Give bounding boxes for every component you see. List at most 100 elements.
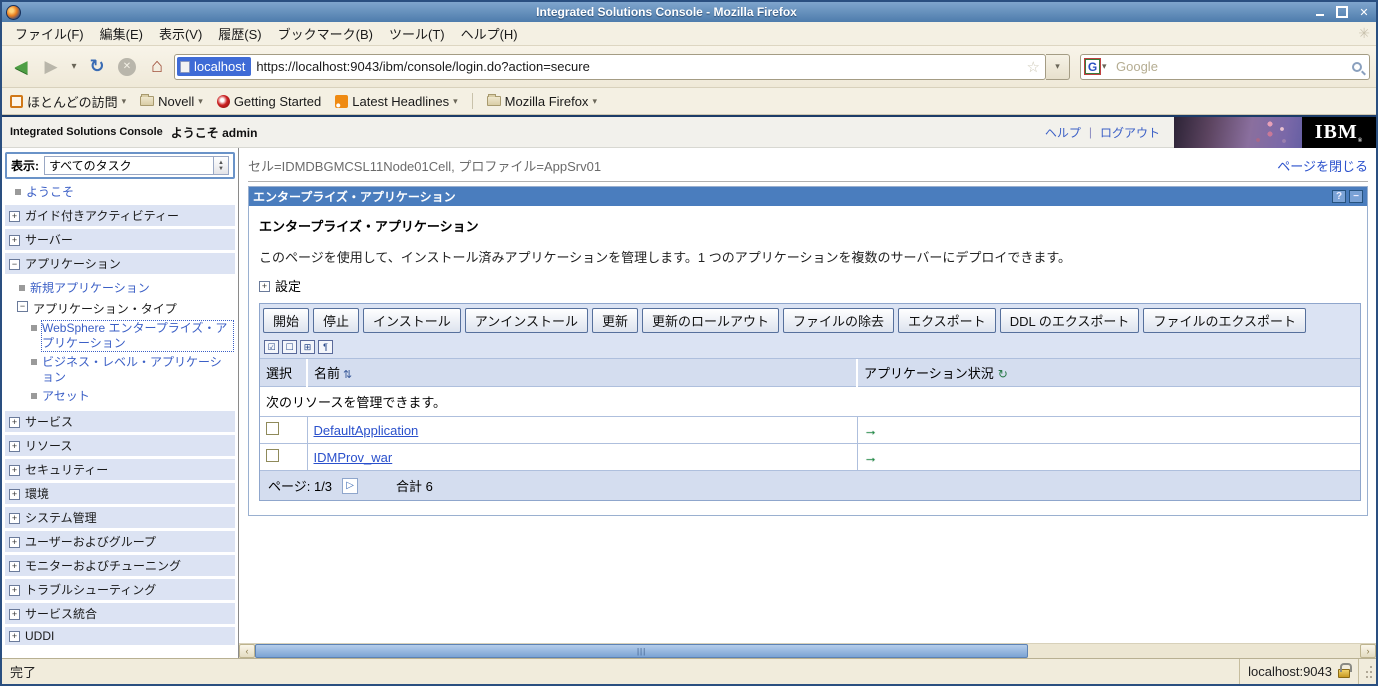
export-file-button[interactable]: ファイルのエクスポート — [1143, 308, 1307, 333]
row-checkbox[interactable] — [266, 449, 279, 462]
url-dropdown-button[interactable]: ▾ — [1046, 53, 1070, 80]
menu-history[interactable]: 履歴(S) — [211, 22, 268, 45]
sidebar-item-assets[interactable]: アセット — [5, 387, 235, 406]
rollout-update-button[interactable]: 更新のロールアウト — [642, 308, 780, 333]
forward-button[interactable]: ▶ — [38, 54, 64, 80]
application-link[interactable]: IDMProv_war — [314, 450, 393, 465]
sort-icon[interactable]: ⇅ — [340, 369, 352, 381]
maximize-button[interactable] — [1334, 5, 1350, 19]
search-icon[interactable] — [1352, 61, 1362, 72]
expand-icon[interactable] — [259, 280, 270, 292]
url-text[interactable]: https://localhost:9043/ibm/console/login… — [251, 59, 1026, 74]
menu-file[interactable]: ファイル(F) — [8, 22, 91, 45]
expand-icon[interactable] — [9, 210, 20, 222]
home-button[interactable]: ⌂ — [144, 54, 170, 80]
back-button[interactable]: ◀ — [8, 54, 34, 80]
panel-minimize-button[interactable]: − — [1349, 190, 1363, 203]
reload-button[interactable]: ↻ — [84, 54, 110, 80]
expand-icon[interactable] — [9, 536, 20, 548]
search-engine-dropdown-icon[interactable]: ▾ — [1100, 61, 1112, 72]
bookmark-latest-headlines[interactable]: Latest Headlines ▾ — [335, 94, 458, 109]
resize-grip[interactable] — [1358, 659, 1376, 684]
export-button[interactable]: エクスポート — [898, 308, 996, 333]
select-stepper-icon[interactable]: ▲ ▼ — [213, 157, 228, 174]
export-ddl-button[interactable]: DDL のエクスポート — [999, 308, 1140, 333]
stop-button[interactable]: ✕ — [114, 54, 140, 80]
sidebar-item-business-level-applications[interactable]: ビジネス・レベル・アプリケーション — [5, 353, 235, 387]
secure-host-indicator[interactable]: localhost:9043 — [1239, 659, 1358, 684]
scroll-right-icon[interactable]: › — [1360, 644, 1376, 658]
search-engine-icon[interactable]: G — [1084, 58, 1101, 75]
minimize-button[interactable] — [1312, 5, 1328, 19]
menu-bookmarks[interactable]: ブックマーク(B) — [271, 22, 380, 45]
uninstall-button[interactable]: アンインストール — [464, 308, 589, 333]
show-filter-icon[interactable]: ⊞ — [300, 340, 315, 354]
expand-icon[interactable] — [9, 234, 20, 246]
expand-icon[interactable] — [9, 416, 20, 428]
expand-icon[interactable] — [9, 631, 20, 642]
sidebar-section-troubleshooting[interactable]: トラブルシューティング — [5, 579, 235, 600]
sidebar-section-monitoring-and-tuning[interactable]: モニターおよびチューニング — [5, 555, 235, 576]
sidebar-section-applications[interactable]: アプリケーション — [5, 253, 235, 274]
history-dropdown-icon[interactable]: ▾ — [68, 54, 80, 80]
bookmark-star-icon[interactable]: ☆ — [1027, 58, 1043, 76]
panel-help-button[interactable]: ? — [1332, 190, 1346, 203]
task-filter-select[interactable]: すべてのタスク ▲ ▼ — [44, 156, 229, 175]
collapse-icon[interactable] — [9, 258, 20, 270]
preferences-toggle[interactable]: 設定 — [259, 276, 1361, 295]
menu-help[interactable]: ヘルプ(H) — [454, 22, 525, 45]
stop-button-action[interactable]: 停止 — [313, 308, 360, 333]
close-button[interactable] — [1356, 5, 1372, 19]
sidebar-section-environment[interactable]: 環境 — [5, 483, 235, 504]
close-page-link[interactable]: ページを閉じる — [1277, 156, 1368, 175]
expand-icon[interactable] — [9, 440, 20, 452]
bookmark-getting-started[interactable]: Getting Started — [216, 94, 321, 109]
sidebar-section-system-administration[interactable]: システム管理 — [5, 507, 235, 528]
sidebar-section-services[interactable]: サービス — [5, 411, 235, 432]
expand-icon[interactable] — [9, 488, 20, 500]
sidebar-section-resources[interactable]: リソース — [5, 435, 235, 456]
menu-view[interactable]: 表示(V) — [152, 22, 209, 45]
scrollbar-thumb[interactable]: ||| — [255, 644, 1029, 658]
search-input[interactable] — [1112, 59, 1352, 74]
start-button[interactable]: 開始 — [263, 308, 310, 333]
select-all-icon[interactable]: ☑ — [264, 340, 279, 354]
column-header-name[interactable]: 名前 ⇅ — [307, 359, 858, 387]
sidebar-section-service-integration[interactable]: サービス統合 — [5, 603, 235, 624]
application-link[interactable]: DefaultApplication — [314, 423, 419, 438]
sidebar-section-uddi[interactable]: UDDI — [5, 627, 235, 645]
search-bar[interactable]: G ▾ — [1080, 53, 1370, 80]
deselect-all-icon[interactable]: ☐ — [282, 340, 297, 354]
expand-icon[interactable] — [9, 584, 20, 596]
expand-icon[interactable] — [9, 464, 20, 476]
logout-link[interactable]: ログアウト — [1100, 124, 1160, 141]
sidebar-section-security[interactable]: セキュリティー — [5, 459, 235, 480]
sidebar-section-guided-activities[interactable]: ガイド付きアクティビティー — [5, 205, 235, 226]
status-legend-icon[interactable]: ↻ — [994, 367, 1008, 381]
clear-filter-icon[interactable]: ¶ — [318, 340, 333, 354]
site-identity-chip[interactable]: localhost — [177, 57, 252, 76]
update-button[interactable]: 更新 — [592, 308, 639, 333]
sidebar-item-new-application[interactable]: 新規アプリケーション — [5, 279, 235, 298]
url-bar[interactable]: localhost https://localhost:9043/ibm/con… — [174, 53, 1046, 80]
sidebar-item-websphere-enterprise-applications[interactable]: WebSphere エンタープライズ・アプリケーション — [5, 319, 235, 353]
expand-icon[interactable] — [9, 512, 20, 524]
remove-file-button[interactable]: ファイルの除去 — [783, 308, 895, 333]
sidebar-item-welcome[interactable]: ようこそ — [5, 183, 235, 202]
scroll-left-icon[interactable]: ‹ — [239, 644, 255, 658]
menu-tools[interactable]: ツール(T) — [382, 22, 452, 45]
row-checkbox[interactable] — [266, 422, 279, 435]
install-button[interactable]: インストール — [363, 308, 461, 333]
help-link[interactable]: ヘルプ — [1045, 124, 1081, 141]
sidebar-branch-application-types[interactable]: アプリケーション・タイプ — [5, 298, 235, 319]
expand-icon[interactable] — [9, 608, 20, 620]
bookmark-novell[interactable]: Novell ▾ — [140, 94, 203, 109]
collapse-icon[interactable] — [17, 301, 28, 312]
sidebar-section-servers[interactable]: サーバー — [5, 229, 235, 250]
expand-icon[interactable] — [9, 560, 20, 572]
bookmark-mozilla-firefox[interactable]: Mozilla Firefox ▾ — [486, 94, 597, 109]
bookmark-most-visited[interactable]: ほとんどの訪問 ▾ — [10, 92, 126, 111]
sidebar-section-users-and-groups[interactable]: ユーザーおよびグループ — [5, 531, 235, 552]
horizontal-scrollbar[interactable]: ‹ ||| › — [239, 643, 1376, 658]
menu-edit[interactable]: 編集(E) — [93, 22, 150, 45]
